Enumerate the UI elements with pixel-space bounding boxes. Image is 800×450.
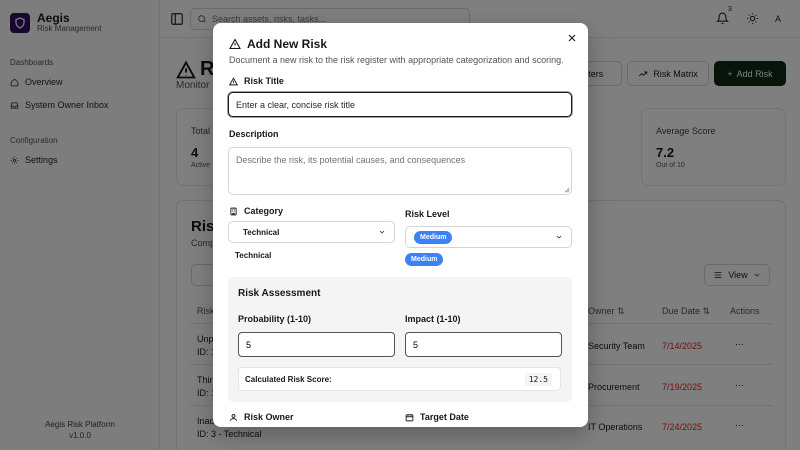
user-icon	[230, 413, 237, 421]
category-selected-value: Technical	[235, 251, 272, 260]
category-select[interactable]: Technical	[228, 221, 395, 243]
warning-icon	[229, 76, 238, 85]
risk-owner-label: Risk Owner	[229, 412, 294, 422]
chevron-down-icon	[556, 235, 562, 239]
impact-input[interactable]	[405, 332, 562, 357]
resize-handle-icon[interactable]	[563, 186, 570, 193]
dialog-description: Document a new risk to the risk register…	[229, 55, 564, 65]
warning-icon	[229, 38, 241, 50]
calendar-icon	[405, 413, 414, 421]
impact-label: Impact (1-10)	[405, 314, 461, 324]
chevron-down-icon	[379, 230, 385, 234]
risk-level-badge: Medium	[414, 230, 453, 244]
target-date-label: Target Date	[405, 412, 469, 422]
assessment-title: Risk Assessment	[238, 288, 321, 299]
risk-title-label: Risk Title	[229, 76, 284, 86]
probability-label: Probability (1-10)	[238, 314, 312, 324]
risk-level-preview-badge: Medium	[405, 253, 444, 266]
risk-title-input[interactable]	[228, 92, 572, 117]
description-label: Description	[229, 129, 279, 139]
dialog-title: Add New Risk	[229, 37, 327, 51]
risk-level-select[interactable]: Medium	[405, 226, 572, 248]
probability-input[interactable]	[238, 332, 395, 357]
add-risk-dialog: Add New Risk Document a new risk to the …	[213, 23, 588, 427]
calculated-score-box: Calculated Risk Score: 12.5	[238, 367, 561, 391]
risk-level-label: Risk Level	[405, 209, 450, 219]
score-label: Calculated Risk Score:	[245, 375, 332, 384]
score-value: 12.5	[524, 373, 552, 386]
risk-assessment-panel: Risk Assessment Probability (1-10) Impac…	[228, 277, 572, 402]
building-icon	[230, 207, 237, 215]
description-textarea[interactable]	[228, 147, 572, 195]
category-label: Category	[229, 206, 283, 216]
close-icon[interactable]	[566, 32, 578, 44]
